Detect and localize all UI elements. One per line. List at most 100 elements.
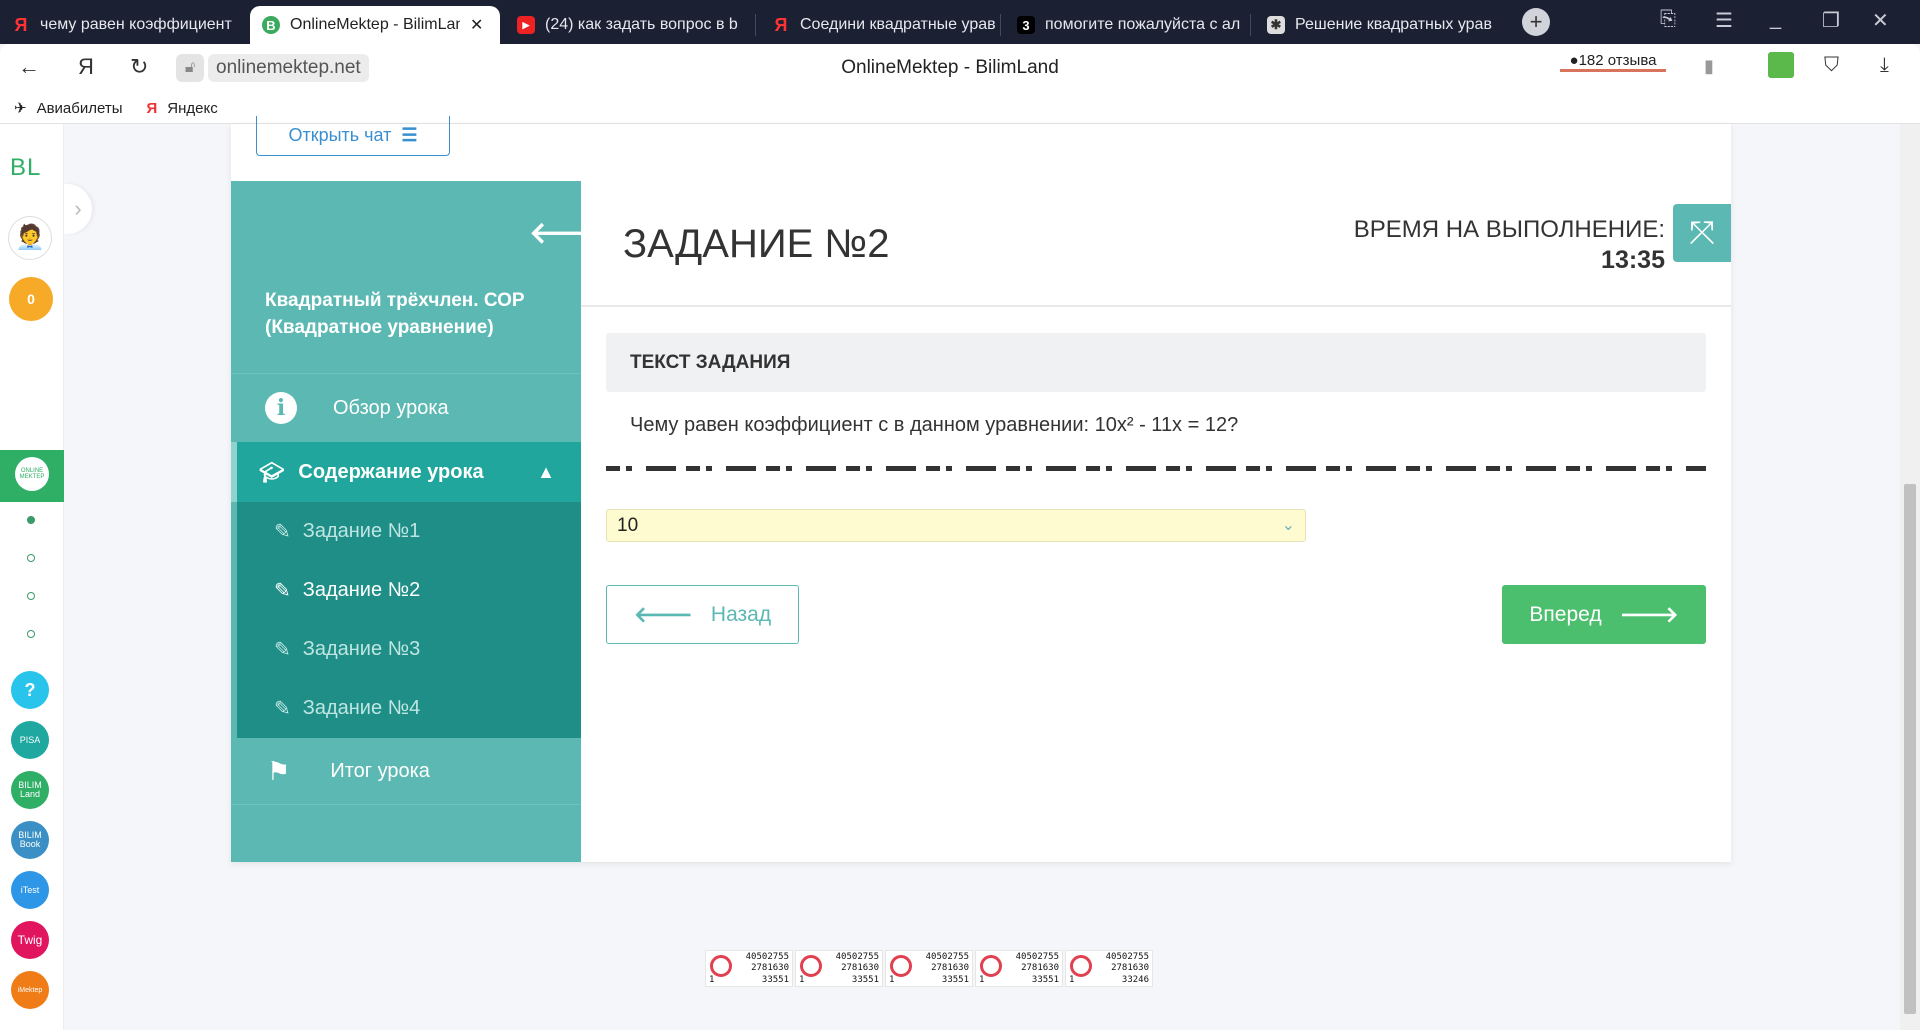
counter-badge[interactable]: 40502755 2781630 33551 1 <box>795 950 883 987</box>
bilimbook-icon[interactable]: BILIM Book <box>11 821 49 859</box>
timer-label: ВРЕМЯ НА ВЫПОЛНЕНИЕ: <box>1353 216 1665 243</box>
nav-task-2-active[interactable]: ✎ Задание №2 <box>237 561 581 620</box>
graduation-cap-icon: 🎓︎ <box>259 461 285 484</box>
counter-badge[interactable]: 40502755 2781630 33551 1 <box>975 950 1063 987</box>
task-label: Задание №2 <box>302 579 421 601</box>
nav-summary[interactable]: ⚑ Итог урока <box>231 738 581 805</box>
nav-dot[interactable] <box>27 592 35 600</box>
arrow-right-icon: 🡒 <box>1619 601 1679 627</box>
task-label: Задание №4 <box>302 697 421 719</box>
nav-overview[interactable]: i Обзор урока <box>231 373 581 442</box>
onlinemektep-icon: ONLINE MEKTEP <box>15 457 49 491</box>
bookmark-icon[interactable]: ▮ <box>1704 56 1714 77</box>
nav-contents[interactable]: 🎓︎ Содержание урока ▲ <box>231 442 581 502</box>
nav-overview-label: Обзор урока <box>333 396 449 419</box>
flag-icon: ⚑ <box>267 755 291 786</box>
back-button[interactable]: 🡐 Назад <box>606 585 799 644</box>
tab[interactable]: ▶ (24) как задать вопрос в b <box>505 6 755 44</box>
forward-button[interactable]: Вперед 🡒 <box>1502 585 1706 644</box>
task-label: Задание №1 <box>302 520 421 542</box>
restore-icon[interactable]: ❐ <box>1822 8 1840 33</box>
open-chat-button[interactable]: Открыть чат ☰ <box>256 116 450 156</box>
close-tab-icon[interactable]: ✕ <box>470 15 483 35</box>
garbled-line <box>606 466 1706 471</box>
nav-contents-label: Содержание урока <box>298 460 484 483</box>
minimize-icon[interactable]: _ <box>1770 8 1781 31</box>
menu-icon[interactable]: ☰ <box>1715 8 1733 33</box>
bookmark-yandex[interactable]: Яндекс <box>167 100 217 117</box>
nav-task-3[interactable]: ✎ Задание №3 <box>237 620 581 679</box>
timer-value: 13:35 <box>1601 246 1665 274</box>
collapse-arrow-icon[interactable]: 🡐 <box>529 215 609 251</box>
forward-label: Вперед <box>1529 602 1602 626</box>
bilimland-icon[interactable]: BILIM Land <box>11 771 49 809</box>
fullscreen-button[interactable]: ⤧ <box>1673 204 1731 262</box>
lesson-sidebar: 🡐 Квадратный трёхчлен. СОР (Квадратное у… <box>231 181 609 862</box>
tab[interactable]: ✱ Решение квадратных урав <box>1255 6 1495 44</box>
nav-task-4[interactable]: ✎ Задание №4 <box>237 679 581 738</box>
lock-icon[interactable]: 🔓︎ <box>176 54 204 82</box>
tab-title: OnlineMektep - BilimLand <box>290 16 460 33</box>
nav-dot[interactable] <box>27 630 35 638</box>
bookmarks-panel-icon[interactable]: ⎘ <box>1660 8 1676 31</box>
question-text: Чему равен коэффициент с в данном уравне… <box>630 414 1239 436</box>
counter-badge[interactable]: 40502755 2781630 33246 1 <box>1065 950 1153 987</box>
edit-icon: ✎ <box>274 639 291 661</box>
new-tab-button[interactable]: + <box>1522 8 1550 36</box>
expand-sidebar-button[interactable]: › <box>64 184 92 234</box>
section-header: ТЕКСТ ЗАДАНИЯ <box>606 333 1706 392</box>
yandex-icon: Я <box>14 14 28 35</box>
arrow-left-icon: 🡐 <box>633 601 693 627</box>
twig-icon[interactable]: Twig <box>11 921 49 959</box>
imektep-icon[interactable]: iMektep <box>11 971 49 1009</box>
scrollbar[interactable] <box>1900 124 1920 1030</box>
tab-title: Решение квадратных урав <box>1295 16 1492 33</box>
url-field[interactable]: 🔓︎ onlinemektep.net <box>176 54 369 82</box>
nav-task-1[interactable]: ✎ Задание №1 <box>237 502 581 561</box>
avatar[interactable]: 🧑‍💼 <box>8 216 52 260</box>
counter-badge[interactable]: 40502755 2781630 33551 1 <box>885 950 973 987</box>
download-icon[interactable]: ⤓ <box>1880 54 1889 77</box>
yandex-icon: Я <box>774 14 788 35</box>
help-icon[interactable]: ? <box>11 671 49 709</box>
tab-title: помогите пожалуйста с ал <box>1045 16 1241 33</box>
scrollbar-thumb[interactable] <box>1904 484 1916 1014</box>
expand-icon: ⤧ <box>1689 214 1715 250</box>
tab[interactable]: 3 помогите пожалуйста с ал <box>1005 6 1250 44</box>
reviews-badge[interactable]: ●182 отзыва <box>1560 52 1666 72</box>
comment-icon: ● <box>1569 52 1579 69</box>
task-title: ЗАДАНИЕ №2 <box>623 222 890 266</box>
nav-dot-active[interactable] <box>27 516 35 524</box>
reload-icon[interactable]: ↻ <box>130 54 148 80</box>
open-chat-label: Открыть чат <box>288 125 392 145</box>
protect-icon[interactable]: ⛉ <box>1824 54 1839 77</box>
close-window-icon[interactable]: ✕ <box>1872 8 1889 33</box>
bl-logo[interactable]: BL <box>10 154 41 182</box>
znanija-icon: 3 <box>1017 16 1035 34</box>
edit-icon: ✎ <box>274 521 291 543</box>
url-text[interactable]: onlinemektep.net <box>208 54 369 82</box>
tab-active[interactable]: B OnlineMektep - BilimLand ✕ <box>250 6 500 44</box>
counters: 40502755 2781630 33551 1 40502755 2781630 335… <box>705 950 1153 987</box>
tab[interactable]: Ячему равен коэффициент <box>0 6 250 44</box>
nav-dot[interactable] <box>27 554 35 562</box>
bilimland-icon: B <box>262 16 280 34</box>
info-icon: i <box>265 392 297 424</box>
coins-badge: 0 <box>9 277 53 321</box>
extension-icon[interactable] <box>1768 52 1794 78</box>
task-label: Задание №3 <box>302 638 421 660</box>
answer-select[interactable]: 10 ⌄ <box>606 509 1306 542</box>
tab-title: чему равен коэффициент <box>40 16 232 33</box>
bookmark-aviabilety[interactable]: Авиабилеты <box>37 100 123 117</box>
lesson-title: Квадратный трёхчлен. СОР (Квадратное ура… <box>265 290 525 338</box>
onlinemektep-app[interactable]: ONLINE MEKTEP <box>0 450 64 502</box>
yandex-home-icon[interactable]: Я <box>78 54 94 80</box>
counter-badge[interactable]: 40502755 2781630 33551 1 <box>705 950 793 987</box>
back-label: Назад <box>710 602 772 626</box>
back-icon[interactable]: ← <box>18 54 40 80</box>
tab[interactable]: Я Соедини квадратные урав <box>760 6 1000 44</box>
itest-icon[interactable]: iTest <box>11 871 49 909</box>
answer-value: 10 <box>617 515 639 536</box>
chevron-up-icon: ▲ <box>537 461 555 482</box>
pisa-icon[interactable]: PISA <box>11 721 49 759</box>
